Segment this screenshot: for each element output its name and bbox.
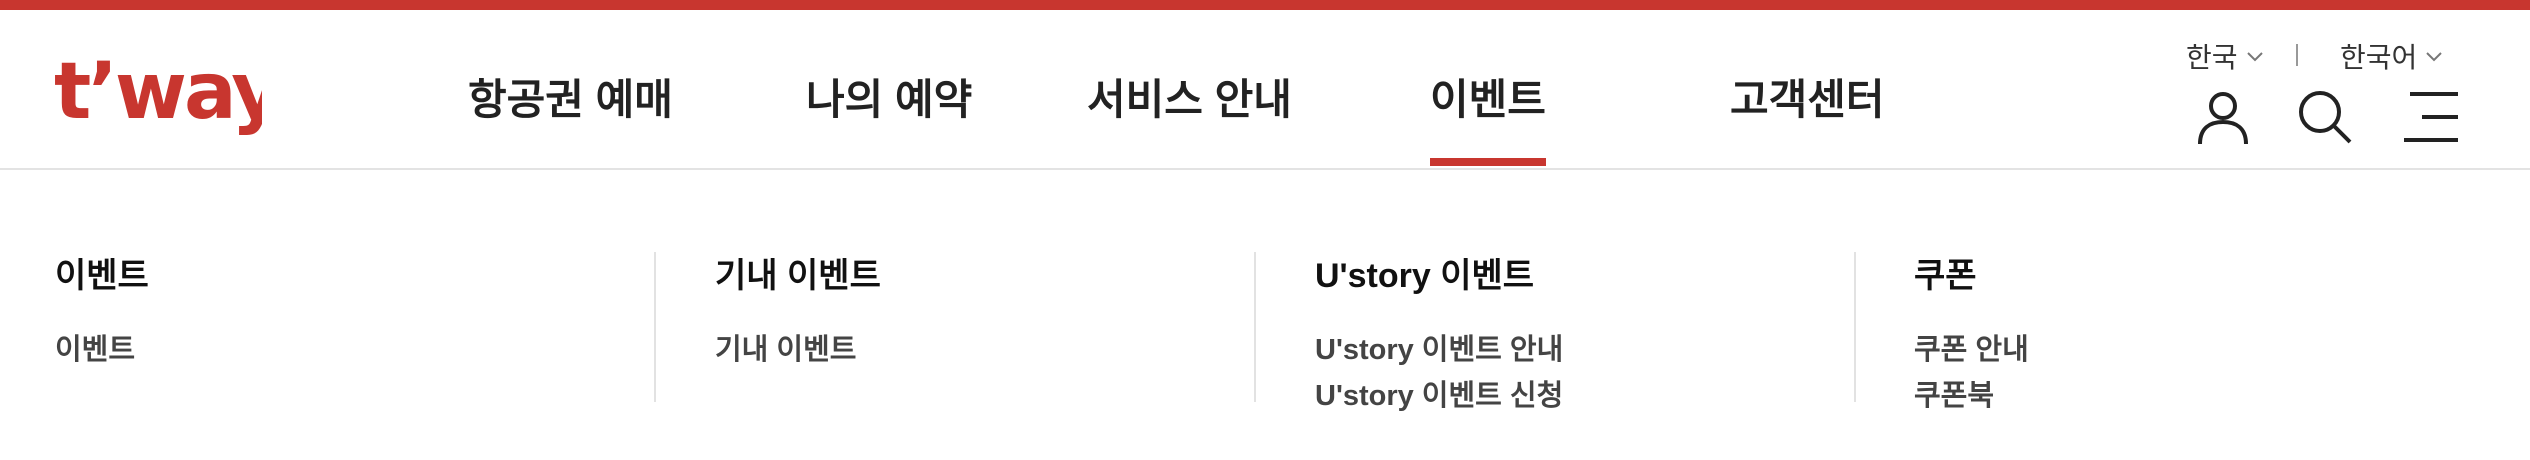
chevron-down-icon: [2426, 52, 2442, 62]
nav-item-flight-booking[interactable]: 항공권 예매: [468, 66, 673, 127]
submenu-link-coupon-info[interactable]: 쿠폰 안내: [1914, 327, 2029, 373]
submenu-link-ustory-info[interactable]: U'story 이벤트 안내: [1315, 327, 1563, 373]
submenu-column-coupons: 쿠폰 쿠폰 안내 쿠폰북: [1914, 248, 2029, 419]
submenu-link-coupon-book[interactable]: 쿠폰북: [1914, 373, 2029, 419]
language-selector[interactable]: 한국어: [2340, 36, 2445, 76]
submenu-column-title: 쿠폰: [1914, 257, 1977, 295]
global-header: t’way 항공권 예매 나의 예약 서비스 안내 이벤트 고객센터 한국 한국…: [0, 10, 2530, 170]
top-accent-stripe: [0, 0, 2530, 10]
submenu-column-ustory-events: U'story 이벤트 U'story 이벤트 안내 U'story 이벤트 신…: [1315, 248, 1563, 419]
event-submenu-panel: 이벤트 이벤트 기내 이벤트 기내 이벤트 U'story 이벤트 U'stor…: [0, 172, 2530, 460]
menu-icon[interactable]: [2400, 86, 2462, 148]
user-icon[interactable]: [2192, 86, 2254, 148]
language-label: 한국어: [2340, 42, 2418, 73]
country-label: 한국: [2186, 42, 2238, 73]
nav-item-events[interactable]: 이벤트: [1430, 66, 1546, 166]
column-divider: [1854, 252, 1856, 402]
submenu-column-inflight-events: 기내 이벤트 기내 이벤트: [715, 248, 881, 373]
column-divider: [654, 252, 656, 402]
submenu-column-title: U'story 이벤트: [1315, 257, 1535, 295]
logo-wordmark: t’way: [54, 47, 262, 137]
search-icon[interactable]: [2294, 86, 2356, 148]
nav-item-customer-center[interactable]: 고객센터: [1730, 66, 1885, 127]
tway-logo[interactable]: t’way: [52, 46, 284, 146]
nav-item-my-reservation[interactable]: 나의 예약: [806, 66, 972, 127]
util-divider: [2296, 44, 2298, 66]
nav-item-service-info[interactable]: 서비스 안내: [1087, 66, 1292, 127]
column-divider: [1254, 252, 1256, 402]
submenu-column-title: 이벤트: [55, 257, 149, 295]
submenu-column-events: 이벤트 이벤트: [55, 248, 149, 373]
country-selector[interactable]: 한국: [2186, 36, 2266, 76]
submenu-link-ustory-apply[interactable]: U'story 이벤트 신청: [1315, 373, 1563, 419]
chevron-down-icon: [2246, 52, 2263, 62]
submenu-column-title: 기내 이벤트: [715, 257, 881, 295]
submenu-link-inflight-events[interactable]: 기내 이벤트: [715, 327, 881, 373]
submenu-link-events[interactable]: 이벤트: [55, 327, 149, 373]
